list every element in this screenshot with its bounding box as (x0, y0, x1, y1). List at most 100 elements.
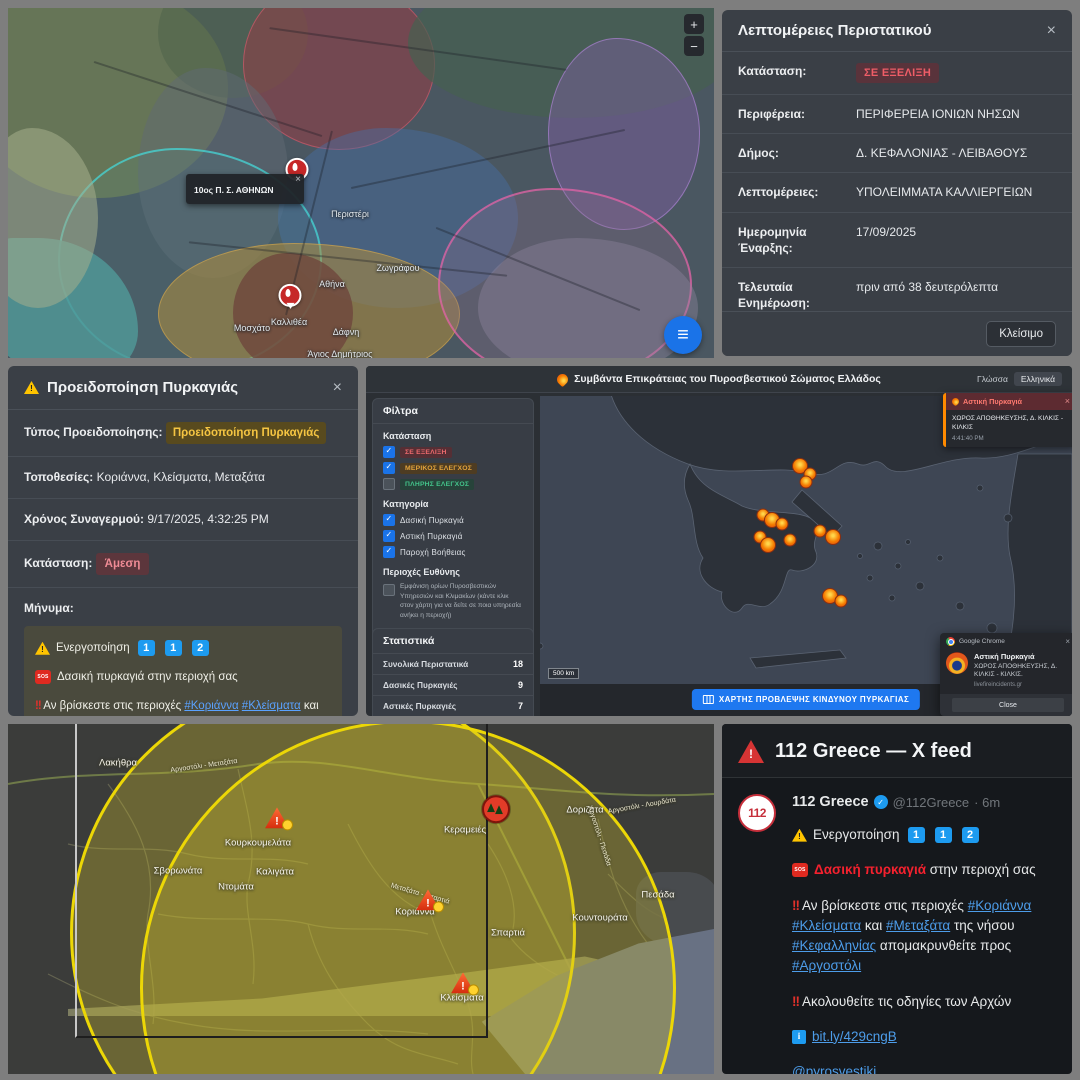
hashtag-link[interactable]: #Αργοστόλι (792, 958, 861, 973)
field-value: Κοριάννα, Κλείσματα, Μεταξάτα (97, 470, 265, 484)
fire-incident-marker[interactable] (825, 529, 841, 545)
hashtag-link[interactable]: #Κοριάννα (968, 898, 1032, 913)
mention-link[interactable]: @pyrosvestiki (792, 1062, 1056, 1074)
forest-fire-icon (482, 795, 510, 823)
hashtag-link[interactable]: #Μεταξάτα (886, 918, 950, 933)
fire-incident-marker[interactable] (800, 476, 813, 489)
zoom-out-button[interactable]: − (684, 36, 704, 56)
hashtag-link[interactable]: #Κεφαλληνίας (792, 938, 876, 953)
avatar[interactable]: 112 (738, 794, 776, 832)
close-icon[interactable] (295, 175, 301, 185)
stat-label: Δασικές Πυρκαγιές (383, 680, 457, 690)
tweet[interactable]: 112 112 Greece @112Greece · 6m ! Ενεργοπ… (722, 778, 1072, 1074)
fire-incident-marker[interactable] (760, 537, 776, 553)
filter-checkbox-row[interactable]: ΜΕΡΙΚΟΣ ΕΛΕΓΧΟΣ (373, 460, 533, 476)
fire-incident-marker[interactable] (835, 595, 848, 608)
field-label: Τοποθεσίες: (24, 470, 93, 484)
zoom-in-button[interactable]: + (684, 14, 704, 34)
alert-marker[interactable]: ! (482, 795, 510, 823)
alert-marker[interactable]: ! (416, 889, 440, 910)
warning-type-row: Τύπος Προειδοποίησης: Προειδοποίηση Πυρκ… (8, 410, 358, 457)
checkbox[interactable] (383, 546, 395, 558)
map-place-label: Κεραμειές (444, 825, 486, 836)
map-tooltip: 10ος Π. Σ. ΑΘΗΝΩΝ (186, 174, 304, 204)
statistics-card: Στατιστικά Συνολικά Περιστατικά 18 Δασικ… (372, 628, 534, 716)
checkbox[interactable] (383, 462, 395, 474)
activation-text: Ενεργοποίηση (813, 825, 900, 845)
feed-header: ! 112 Greece — X feed (722, 724, 1072, 778)
checkbox[interactable] (383, 514, 395, 526)
fire-warning-dialog: ! Προειδοποίηση Πυρκαγιάς Τύπος Προειδοπ… (8, 366, 358, 716)
filter-checkbox-row[interactable]: Αστική Πυρκαγιά (373, 528, 533, 544)
filter-option-label: Δασική Πυρκαγιά (400, 516, 464, 525)
filter-option-label: Αστική Πυρκαγιά (400, 532, 463, 541)
close-button[interactable]: Κλείσιμο (986, 321, 1056, 347)
x-feed-panel: ! 112 Greece — X feed 112 112 Greece @11… (722, 724, 1072, 1074)
notification-close-button[interactable]: Close (952, 698, 1064, 712)
language-label: Γλώσσα (977, 374, 1008, 384)
close-icon[interactable] (1065, 638, 1070, 646)
account-handle[interactable]: @112Greece (893, 795, 970, 810)
fire-service-logo-icon (555, 371, 571, 387)
map-zoom-control: + − (684, 14, 704, 56)
hashtag-link[interactable]: #Κοριάννα (184, 700, 238, 712)
tooltip-text: 10ος Π. Σ. ΑΘΗΝΩΝ (194, 185, 274, 195)
map-place-label: Αθήνα (319, 279, 345, 289)
alert-time-row: Χρόνος Συναγερμού: 9/17/2025, 4:32:25 PM (8, 499, 358, 541)
status-badge: Άμεση (96, 553, 150, 575)
fire-incident-marker[interactable] (784, 534, 797, 547)
close-icon[interactable] (333, 380, 342, 396)
chrome-notification: Google Chrome Αστική Πυρκαγιά ΧΩΡΟΣ ΑΠΟΘ… (940, 633, 1072, 716)
double-exclamation-icon (792, 994, 799, 1009)
dialog-header: ! Προειδοποίηση Πυρκαγιάς (8, 366, 358, 410)
shortlink[interactable]: bit.ly/429cngB (812, 1027, 897, 1047)
warning-type-badge: Προειδοποίηση Πυρκαγιάς (166, 422, 326, 444)
language-selector: Γλώσσα Ελληνικά (977, 366, 1062, 392)
athens-district-map[interactable]: ΠεριστέριΑθήναΚαλλιθέαΜοσχάτοΔάφνηΆγιος … (8, 8, 714, 358)
notification-site: livefireincidents.gr (974, 682, 1070, 688)
popup-body: ΧΩΡΟΣ ΑΠΟΘΗΚΕΥΣΗΣ, Δ. ΚΙΛΚΙΣ - ΚΙΛΚΙΣ 4:… (946, 410, 1072, 447)
checkbox[interactable] (383, 584, 395, 596)
map-place-label: Άγιος Δημήτριος (308, 349, 373, 358)
detail-value: ΥΠΟΛΕΙΜΜΑΤΑ ΚΑΛΛΙΕΡΓΕΙΩΝ (856, 184, 1032, 200)
filter-checkbox-row[interactable]: ΣΕ ΕΞΕΛΙΞΗ (373, 444, 533, 460)
risk-map-button[interactable]: ΧΑΡΤΗΣ ΠΡΟΒΛΕΨΗΣ ΚΙΝΔΥΝΟΥ ΠΥΡΚΑΓΙΑΣ (692, 689, 920, 710)
popup-time: 4:41:40 PM (952, 435, 1070, 442)
activation-text: Ενεργοποίηση (56, 640, 130, 657)
fire-alert-line: Δασική πυρκαγιά στην περιοχή σας (792, 860, 1056, 880)
status-section-title: Κατάσταση (373, 424, 533, 444)
detail-value: πριν από 38 δευτερόλεπτα (856, 279, 998, 295)
map-place-label: Καλλιθέα (271, 317, 307, 327)
locations-row: Τοποθεσίες: Κοριάννα, Κλείσματα, Μεταξάτ… (8, 457, 358, 499)
checkbox[interactable] (383, 530, 395, 542)
filter-checkbox-row[interactable]: Παροχή Βοήθειας (373, 544, 533, 560)
activation-line: ! Ενεργοποίηση 1 1 2 (35, 640, 331, 657)
code-badge: 2 (962, 827, 979, 843)
hashtag-link[interactable]: #Κλείσματα (242, 700, 301, 712)
fire-incident-pin[interactable] (279, 284, 302, 307)
alert-marker[interactable]: ! (451, 972, 475, 993)
fire-incidents-app: Συμβάντα Επικράτειας του Πυροσβεστικού Σ… (366, 366, 1072, 716)
close-icon[interactable] (1047, 23, 1056, 39)
checkbox[interactable] (383, 478, 395, 490)
map-place-label: Σπαρτιά (491, 928, 525, 939)
alert-marker[interactable]: ! (265, 807, 289, 828)
app-header: Συμβάντα Επικράτειας του Πυροσβεστικού Σ… (366, 366, 1072, 393)
layers-button[interactable] (664, 316, 702, 354)
alert-message-box: ! Ενεργοποίηση 1 1 2 Δασική πυρκαγιά στη… (24, 626, 342, 716)
code-badge: 1 (935, 827, 952, 843)
notification-footer: Close (940, 694, 1072, 716)
link-line: bit.ly/429cngB (792, 1027, 1056, 1047)
message-text: και (301, 700, 319, 712)
hashtag-link[interactable]: #Κλείσματα (792, 918, 861, 933)
filter-checkbox-row[interactable]: ΠΛΗΡΗΣ ΕΛΕΓΧΟΣ (373, 476, 533, 492)
stat-value: 18 (513, 659, 523, 669)
map-place-label: Κουρκουμελάτα (225, 838, 291, 849)
checkbox[interactable] (383, 446, 395, 458)
fire-incident-marker[interactable] (776, 518, 789, 531)
language-value[interactable]: Ελληνικά (1014, 372, 1062, 386)
filter-checkbox-row[interactable]: Δασική Πυρκαγιά (373, 512, 533, 528)
kefalonia-alert-map[interactable]: ΛακήθραΑργοστόλι - ΜεταξάταΚουρκουμελάτα… (8, 724, 714, 1074)
close-icon[interactable] (1065, 397, 1070, 406)
account-name[interactable]: 112 Greece (792, 794, 869, 810)
